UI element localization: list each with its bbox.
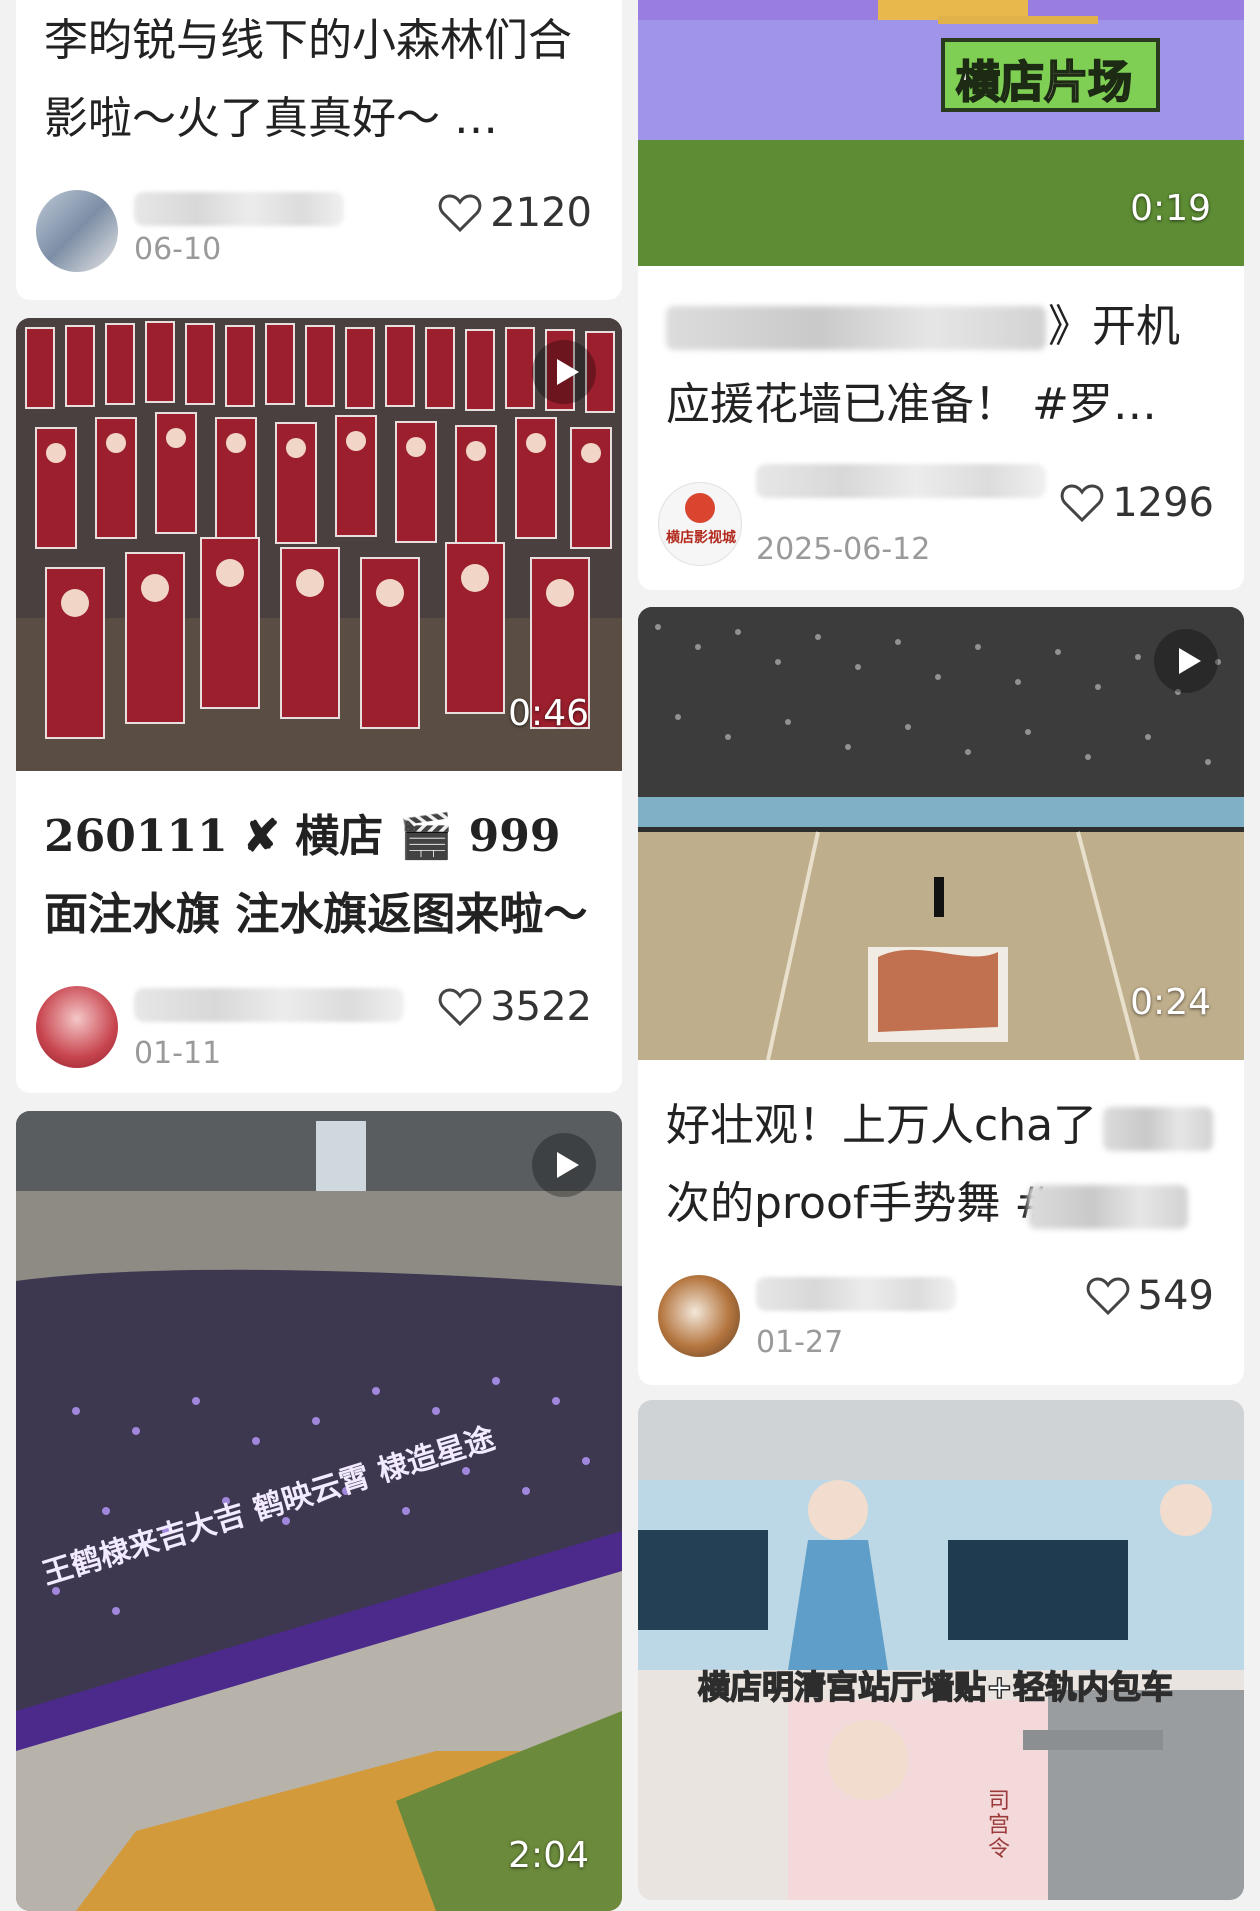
like-count: 3522: [490, 984, 592, 1030]
video-duration: 0:19: [1130, 188, 1211, 229]
video-thumbnail[interactable]: 0:24: [638, 607, 1244, 1060]
image-caption: 横店明清宫站厅墙贴+轻轨内包车: [697, 1667, 1173, 1707]
post-card-5[interactable]: 0:24 好壮观！上万人cha了 次的proof手势舞 # 01-27 549: [638, 607, 1244, 1385]
post-card-3[interactable]: 王鹤棣来吉大吉 鹤映云霄 棣造星途 2:04: [16, 1111, 622, 1911]
post-title: 应援花墙已准备！ #罗…: [666, 379, 1157, 430]
heart-icon: [438, 988, 482, 1027]
post-date: 01-11: [134, 1036, 222, 1071]
heart-icon: [438, 194, 482, 233]
video-thumbnail[interactable]: 王鹤棣来吉大吉 鹤映云霄 棣造星途 2:04: [16, 1111, 622, 1911]
heart-icon: [1086, 1277, 1129, 1316]
avatar[interactable]: [36, 190, 118, 272]
like-button[interactable]: 549: [1086, 1273, 1214, 1319]
post-date: 2025-06-12: [756, 532, 931, 567]
post-date: 06-10: [134, 232, 222, 267]
avatar-brand-text: 横店影视城: [666, 530, 736, 546]
post-card-4[interactable]: 横店片场 0:19 》开机 应援花墙已准备！ #罗… 横店影视城 2025-06…: [638, 0, 1244, 590]
author-name[interactable]: [756, 464, 1046, 498]
author-name[interactable]: [134, 192, 344, 226]
video-thumbnail[interactable]: 0:46: [16, 318, 622, 771]
like-count: 1296: [1112, 480, 1214, 526]
author-name[interactable]: [134, 988, 404, 1022]
crowd-hall-image: [16, 1111, 622, 1911]
like-button[interactable]: 3522: [438, 984, 592, 1030]
post-date: 01-27: [756, 1325, 844, 1360]
play-icon: [1154, 629, 1218, 693]
video-duration: 0:24: [1130, 982, 1211, 1023]
avatar[interactable]: [658, 1275, 740, 1357]
post-card-1[interactable]: 李昀锐与线下的小森林们合影啦～火了真真好～ … 06-10 2120: [16, 0, 622, 300]
video-duration: 0:46: [508, 693, 589, 734]
avatar[interactable]: [36, 986, 118, 1068]
play-icon: [532, 1133, 596, 1197]
stage-sign-text: 横店片场: [955, 56, 1133, 109]
avatar[interactable]: 横店影视城: [658, 482, 742, 566]
poster-text: 司宫令: [988, 1789, 1011, 1862]
play-icon: [532, 340, 596, 404]
like-count: 549: [1137, 1273, 1214, 1319]
video-thumbnail[interactable]: 横店片场 0:19: [638, 0, 1244, 266]
like-count: 2120: [490, 190, 592, 236]
like-button[interactable]: 2120: [438, 190, 592, 236]
heart-icon: [1060, 484, 1104, 523]
author-name[interactable]: [756, 1277, 956, 1311]
post-image[interactable]: 横店明清宫站厅墙贴+轻轨内包车 司宫令: [638, 1400, 1244, 1900]
title-redacted: [1028, 1185, 1188, 1229]
video-duration: 2:04: [508, 1835, 589, 1876]
post-title: 李昀锐与线下的小森林们合影啦～火了真真好～ …: [44, 15, 572, 144]
like-button[interactable]: 1296: [1060, 480, 1214, 526]
title-redacted: [666, 306, 1046, 350]
post-card-6[interactable]: 横店明清宫站厅墙贴+轻轨内包车 司宫令: [638, 1400, 1244, 1900]
title-redacted: [1103, 1107, 1213, 1151]
post-title: 260111 ✘ 横店 🎬 999面注水旗 注水旗返图来啦～ …: [44, 811, 588, 940]
station-wall-image: [638, 1400, 1244, 1900]
brand-logo-icon: [685, 493, 715, 523]
post-card-2[interactable]: 0:46 260111 ✘ 横店 🎬 999面注水旗 注水旗返图来啦～ … 01…: [16, 318, 622, 1093]
post-title-end: 》开机: [1048, 301, 1180, 352]
